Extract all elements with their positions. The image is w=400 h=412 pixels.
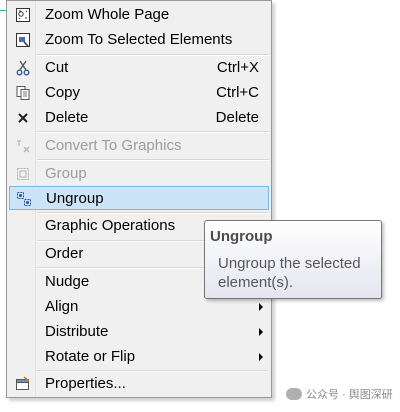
watermark: 公众号 · 舆图深研 xyxy=(286,386,393,402)
menu-item-label: Zoom To Selected Elements xyxy=(45,31,233,48)
context-menu: Zoom Whole Page Zoom To Selected Element… xyxy=(6,0,272,398)
submenu-arrow-icon xyxy=(259,328,263,336)
menu-item-shortcut: Ctrl+C xyxy=(216,84,259,101)
menu-item-cut[interactable]: Cut Ctrl+X xyxy=(9,56,269,80)
menu-item-label: Rotate or Flip xyxy=(45,348,136,365)
zoom-whole-page-icon xyxy=(15,7,31,23)
tooltip-body: Ungroup the selected element(s). xyxy=(218,255,361,291)
menu-separator xyxy=(37,159,269,161)
submenu-arrow-icon xyxy=(259,303,263,311)
menu-item-group[interactable]: Group xyxy=(9,162,269,186)
menu-item-copy[interactable]: Copy Ctrl+C xyxy=(9,81,269,105)
menu-item-label: Group xyxy=(45,165,87,182)
menu-item-convert-to-graphics[interactable]: Convert To Graphics xyxy=(9,134,269,158)
menu-item-label: Ungroup xyxy=(46,190,104,207)
delete-x-icon xyxy=(15,110,31,126)
menu-item-distribute[interactable]: Distribute xyxy=(9,320,269,344)
menu-item-label: Properties... xyxy=(45,375,126,392)
properties-icon xyxy=(15,376,31,392)
menu-item-delete[interactable]: Delete Delete xyxy=(9,106,269,130)
menu-item-rotate-or-flip[interactable]: Rotate or Flip xyxy=(9,345,269,369)
menu-item-label: Order xyxy=(45,245,84,262)
menu-item-properties[interactable]: Properties... xyxy=(9,372,269,396)
menu-item-zoom-selected[interactable]: Zoom To Selected Elements xyxy=(9,28,269,52)
menu-item-label: Cut xyxy=(45,59,69,76)
scissors-icon xyxy=(15,60,31,76)
menu-item-shortcut: Delete xyxy=(215,109,259,126)
menu-item-label: Align xyxy=(45,298,79,315)
watermark-text: 公众号 · 舆图深研 xyxy=(306,389,393,401)
menu-item-label: Graphic Operations xyxy=(45,217,176,234)
menu-item-shortcut: Ctrl+X xyxy=(216,59,259,76)
wechat-icon xyxy=(286,388,302,400)
menu-item-ungroup[interactable]: Ungroup xyxy=(9,186,269,210)
tooltip: Ungroup Ungroup the selected element(s). xyxy=(204,220,382,299)
menu-item-label: Convert To Graphics xyxy=(45,137,182,154)
convert-graphics-icon xyxy=(15,138,31,154)
menu-item-label: Copy xyxy=(45,84,81,101)
menu-item-label: Zoom Whole Page xyxy=(45,6,170,23)
menu-item-label: Nudge xyxy=(45,273,90,290)
group-icon xyxy=(15,166,31,182)
submenu-arrow-icon xyxy=(259,353,263,361)
copy-icon xyxy=(15,85,31,101)
menu-item-label: Delete xyxy=(45,109,89,126)
zoom-selected-icon xyxy=(15,32,31,48)
menu-separator xyxy=(37,131,269,133)
menu-item-zoom-whole-page[interactable]: Zoom Whole Page xyxy=(9,3,269,27)
ungroup-icon xyxy=(16,191,32,207)
tooltip-title: Ungroup xyxy=(210,228,273,245)
menu-item-label: Distribute xyxy=(45,323,109,340)
